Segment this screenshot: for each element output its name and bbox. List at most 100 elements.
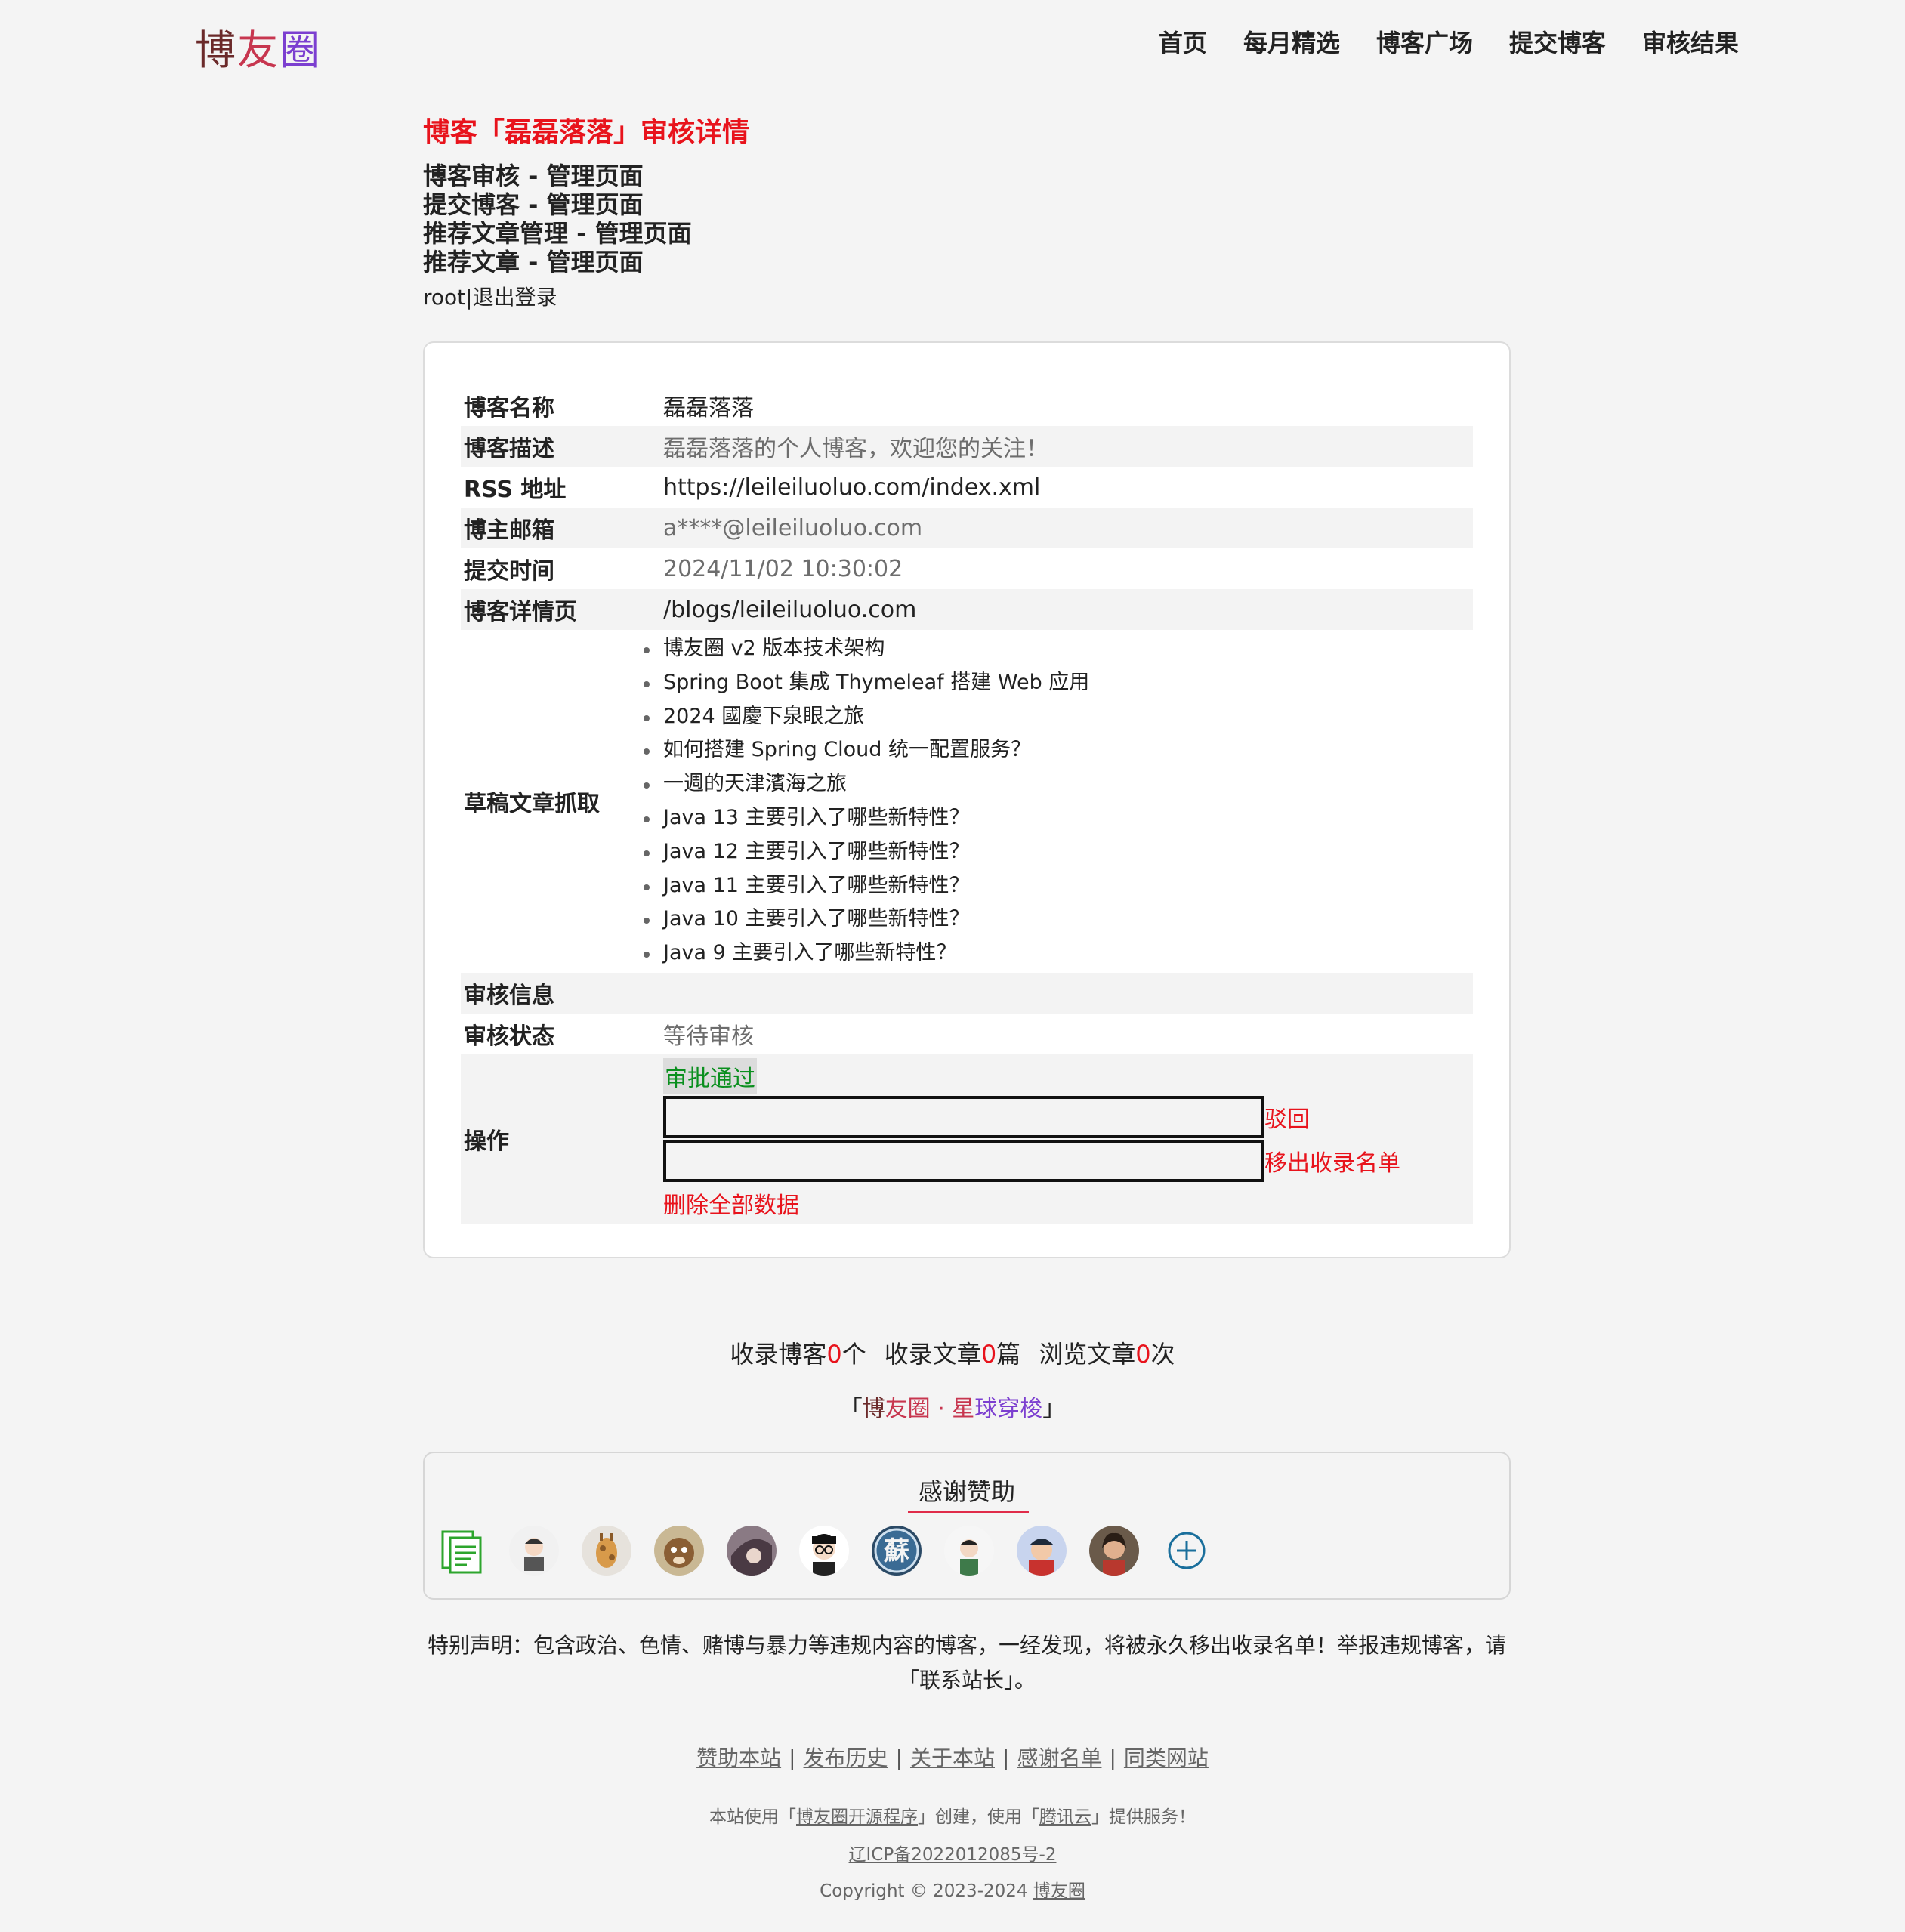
draft-item: 博友圈 v2 版本技术架构: [644, 632, 1473, 666]
copyright-link[interactable]: 博友圈: [1033, 1881, 1085, 1901]
label-blog-name: 博客名称: [464, 395, 554, 421]
username: root: [423, 285, 466, 310]
footer-sep: |: [1109, 1745, 1116, 1770]
stat-blogs-unit: 个: [841, 1340, 866, 1369]
powered-suffix: 」提供服务！: [1091, 1807, 1196, 1827]
draft-item: 如何搭建 Spring Cloud 统一配置服务？: [644, 733, 1473, 767]
avatar-3[interactable]: [654, 1526, 704, 1576]
remove-reason-input[interactable]: [663, 1140, 1264, 1182]
slogan-part-2: 友圈 · 星: [885, 1396, 975, 1422]
admin-link-recommend-manage[interactable]: 推荐文章管理 - 管理页面: [423, 219, 692, 248]
avatar-6[interactable]: 蘇: [872, 1526, 922, 1576]
label-drafts: 草稿文章抓取: [464, 791, 600, 817]
avatar-4[interactable]: [727, 1526, 777, 1576]
label-description: 博客描述: [464, 436, 554, 462]
value-rss[interactable]: https://leileiluoluo.com/index.xml: [663, 474, 1473, 501]
label-submit-time: 提交时间: [464, 558, 554, 585]
stat-views-count: 0: [1135, 1340, 1151, 1369]
nav-submit-blog[interactable]: 提交博客: [1509, 24, 1606, 59]
copyright-text: Copyright © 2023-2024: [820, 1881, 1033, 1901]
stat-articles-unit: 篇: [996, 1340, 1021, 1369]
footer-links: 赞助本站 | 发布历史 | 关于本站 | 感谢名单 | 同类网站: [0, 1742, 1905, 1772]
site-stats: 收录博客0个 收录文章0篇 浏览文章0次: [0, 1335, 1905, 1370]
page-title: 博客「磊磊落落」审核详情: [423, 117, 750, 148]
row-operations: 操作 审批通过 驳回 移出收录名单 删除全部数据: [461, 1054, 1473, 1224]
value-email: a****@leileiluoluo.com: [663, 514, 923, 542]
logout-link[interactable]: 退出登录: [473, 285, 557, 310]
label-detail-page: 博客详情页: [464, 599, 577, 625]
sponsors-title-underline: [908, 1511, 1029, 1513]
row-blog-name: 博客名称 磊磊落落: [461, 385, 1473, 426]
label-rss: RSS 地址: [464, 477, 567, 503]
avatar-8[interactable]: [1017, 1526, 1067, 1576]
admin-link-submit-blog[interactable]: 提交博客 - 管理页面: [423, 190, 692, 219]
row-detail-page: 博客详情页 /blogs/leileiluoluo.com: [461, 589, 1473, 630]
draft-item: 一週的天津濱海之旅: [644, 767, 1473, 801]
icp-link[interactable]: 辽ICP备2022012085号-2: [849, 1845, 1057, 1865]
avatar-1[interactable]: [509, 1526, 559, 1576]
value-blog-name: 磊磊落落: [663, 395, 754, 421]
remove-from-list-button[interactable]: 移出收录名单: [1264, 1144, 1400, 1177]
admin-link-recommend[interactable]: 推荐文章 - 管理页面: [423, 248, 692, 276]
top-nav: 首页 每月精选 博客广场 提交博客 审核结果: [1159, 24, 1739, 59]
site-logo[interactable]: 博友圈: [195, 17, 322, 76]
admin-links: 博客审核 - 管理页面 提交博客 - 管理页面 推荐文章管理 - 管理页面 推荐…: [423, 162, 692, 276]
sponsors-box: 感谢赞助 蘇: [423, 1452, 1511, 1600]
draft-item: 2024 國慶下泉眼之旅: [644, 700, 1473, 734]
powered-program-link[interactable]: 博友圈开源程序: [796, 1807, 918, 1827]
add-circle-icon[interactable]: [1162, 1526, 1212, 1576]
value-detail-page[interactable]: /blogs/leileiluoluo.com: [663, 597, 1473, 623]
stat-views-label: 浏览文章: [1039, 1340, 1136, 1369]
reject-button[interactable]: 驳回: [1264, 1100, 1310, 1134]
slogan-part-3: 球穿梭: [974, 1396, 1043, 1422]
footer-link-history[interactable]: 发布历史: [804, 1745, 888, 1770]
page: 博友圈 首页 每月精选 博客广场 提交博客 审核结果 博客「磊磊落落」审核详情 …: [0, 0, 1905, 1932]
powered-cloud-link[interactable]: 腾讯云: [1039, 1807, 1091, 1827]
label-email: 博主邮箱: [464, 517, 554, 544]
stat-blogs-label: 收录博客: [730, 1340, 827, 1369]
review-detail-card: 博客名称 磊磊落落 博客描述 磊磊落落的个人博客，欢迎您的关注！ RSS 地址 …: [423, 341, 1511, 1258]
footer-powered: 本站使用「博友圈开源程序」创建，使用「腾讯云」提供服务！: [0, 1802, 1905, 1828]
delete-all-data-button[interactable]: 删除全部数据: [663, 1187, 799, 1220]
nav-home[interactable]: 首页: [1159, 24, 1207, 59]
slogan-open: 「: [839, 1396, 863, 1422]
approve-button[interactable]: 审批通过: [663, 1058, 757, 1094]
avatar-2[interactable]: [582, 1526, 631, 1576]
logo-char-1: 博: [195, 26, 237, 74]
draft-item: Java 13 主要引入了哪些新特性？: [644, 801, 1473, 835]
nav-monthly-picks[interactable]: 每月精选: [1243, 24, 1340, 59]
stat-blogs-count: 0: [826, 1340, 842, 1369]
label-review-status: 审核状态: [464, 1023, 554, 1050]
operations-panel: 审批通过 驳回 移出收录名单 删除全部数据: [663, 1058, 1473, 1220]
slogan-part-1: 博: [862, 1396, 885, 1422]
footer-icp: 辽ICP备2022012085号-2: [0, 1840, 1905, 1866]
draft-item: Java 12 主要引入了哪些新特性？: [644, 835, 1473, 869]
slogan-link[interactable]: 「博友圈 · 星球穿梭」: [0, 1390, 1905, 1423]
avatar-9[interactable]: [1089, 1526, 1139, 1576]
reject-reason-input[interactable]: [663, 1096, 1264, 1138]
logo-char-2: 友: [237, 26, 279, 74]
slogan-close: 」: [1042, 1396, 1066, 1422]
footer-link-sponsor[interactable]: 赞助本站: [696, 1745, 781, 1770]
nav-review-results[interactable]: 审核结果: [1642, 24, 1739, 59]
avatar-7[interactable]: [944, 1526, 994, 1576]
nav-blog-square[interactable]: 博客广场: [1376, 24, 1473, 59]
stat-articles-count: 0: [980, 1340, 997, 1369]
stat-articles-label: 收录文章: [884, 1340, 981, 1369]
user-separator: |: [465, 285, 473, 310]
document-icon[interactable]: [437, 1526, 486, 1576]
footer-link-thanks[interactable]: 感谢名单: [1017, 1745, 1101, 1770]
sponsors-title: 感谢赞助: [918, 1477, 1015, 1506]
row-drafts: 草稿文章抓取 博友圈 v2 版本技术架构 Spring Boot 集成 Thym…: [461, 630, 1473, 973]
logo-char-3: 圈: [279, 26, 322, 74]
admin-link-blog-review[interactable]: 博客审核 - 管理页面: [423, 162, 692, 190]
draft-item: Java 11 主要引入了哪些新特性？: [644, 869, 1473, 903]
avatar-5[interactable]: [799, 1526, 849, 1576]
row-rss: RSS 地址 https://leileiluoluo.com/index.xm…: [461, 467, 1473, 508]
powered-prefix: 本站使用「: [709, 1807, 796, 1827]
footer-link-similar-sites[interactable]: 同类网站: [1124, 1745, 1209, 1770]
footer-link-about[interactable]: 关于本站: [910, 1745, 995, 1770]
row-submit-time: 提交时间 2024/11/02 10:30:02: [461, 548, 1473, 589]
value-drafts: 博友圈 v2 版本技术架构 Spring Boot 集成 Thymeleaf 搭…: [644, 632, 1473, 971]
row-email: 博主邮箱 a****@leileiluoluo.com: [461, 508, 1473, 548]
